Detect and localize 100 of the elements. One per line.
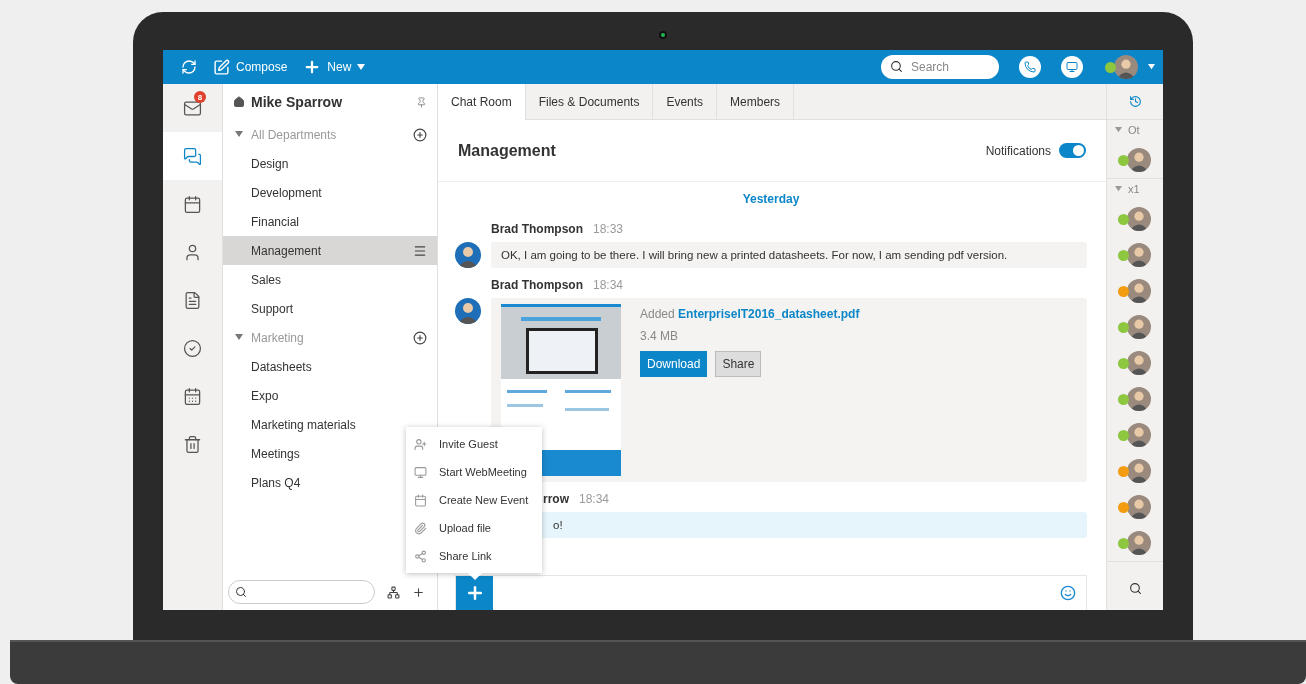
message-time: 18:34 — [579, 492, 610, 506]
channel-item[interactable]: Sales — [223, 265, 437, 294]
download-button[interactable]: Download — [640, 351, 708, 377]
history-icon[interactable] — [1128, 95, 1142, 108]
menu-item[interactable]: Upload file — [406, 514, 542, 542]
emoji-icon[interactable] — [1060, 585, 1076, 601]
refresh-icon — [181, 59, 197, 75]
add-icon[interactable] — [413, 127, 427, 142]
menu-item[interactable]: Share Link — [406, 542, 542, 570]
collapse-icon[interactable] — [1115, 127, 1122, 133]
message-author: Brad Thompson — [491, 222, 583, 236]
user-avatar[interactable] — [1105, 55, 1140, 79]
caret-icon[interactable] — [357, 64, 366, 70]
channel-label: Marketing materials — [251, 417, 357, 432]
search-icon[interactable] — [1128, 582, 1142, 595]
calendar-icon — [183, 194, 202, 214]
file-size: 3.4 MB — [640, 329, 679, 343]
search-icon — [890, 60, 903, 73]
channel-item[interactable]: Financial — [223, 207, 437, 236]
channel-label: Development — [251, 185, 323, 200]
paperclip-icon — [414, 521, 427, 535]
room-title: Management — [458, 141, 557, 160]
share-icon — [414, 549, 427, 563]
message-text: OK, I am going to be there. I will bring new a printed datasheets. For now, I am sending pdf version. — [491, 242, 1087, 268]
contact-avatar[interactable] — [1117, 207, 1153, 231]
chat-icon — [183, 146, 202, 166]
add-icon[interactable] — [412, 585, 425, 599]
contact-avatar[interactable] — [1117, 315, 1153, 339]
message-author: Brad Thompson — [491, 278, 583, 292]
contact-avatar[interactable] — [1117, 387, 1153, 411]
search-field[interactable]: Search — [881, 55, 999, 79]
share-button[interactable]: Share — [715, 351, 762, 377]
contact-avatar[interactable] — [1117, 351, 1153, 375]
contact-avatar[interactable] — [1117, 423, 1153, 447]
checkmark-icon — [183, 338, 202, 358]
channel-label: Datasheets — [251, 359, 313, 374]
unread-badge: 8 — [194, 91, 206, 103]
menu-item[interactable]: Start WebMeeting — [406, 458, 542, 486]
camera-icon — [659, 31, 667, 39]
calendar-icon — [183, 386, 202, 406]
message-time: 18:33 — [593, 222, 624, 236]
home-icon — [233, 96, 245, 108]
monitor-icon[interactable] — [1061, 56, 1083, 78]
menu-item[interactable]: Create New Event — [406, 486, 542, 514]
day-divider: Yesterday — [741, 192, 801, 206]
document-icon — [183, 290, 202, 310]
nav-item[interactable] — [163, 132, 222, 180]
phone-icon[interactable] — [1019, 56, 1041, 78]
tab[interactable]: Files & Documents — [525, 84, 654, 119]
compose-button[interactable]: Compose — [209, 58, 292, 76]
file-added-text: Added EnterpriseIT2016_datasheet.pdf — [640, 307, 860, 321]
file-link[interactable]: EnterpriseIT2016_datasheet.pdf — [678, 307, 860, 321]
channel-item[interactable]: Management — [223, 236, 437, 265]
trash-icon — [183, 434, 202, 454]
notifications-toggle[interactable] — [1059, 143, 1086, 158]
contact-avatar[interactable] — [1117, 495, 1153, 519]
channel-label: Expo — [251, 388, 280, 403]
message-time: 18:34 — [593, 278, 624, 292]
channel-label: Management — [251, 243, 323, 258]
tab[interactable]: Members — [717, 84, 795, 119]
channel-item[interactable]: Support — [223, 294, 437, 323]
channel-label: Plans Q4 — [251, 475, 302, 490]
channel-label: Sales — [251, 272, 283, 287]
message-input[interactable] — [455, 575, 1087, 610]
contact-avatar[interactable] — [1117, 459, 1153, 483]
calendar-icon — [414, 493, 427, 507]
pin-icon[interactable] — [416, 96, 427, 108]
collapse-icon[interactable] — [1115, 186, 1122, 192]
avatar — [455, 242, 481, 268]
tab[interactable]: Events — [653, 84, 718, 119]
contact-avatar[interactable] — [1117, 279, 1153, 303]
add-button[interactable] — [456, 576, 493, 610]
channel-item[interactable]: Datasheets — [223, 352, 437, 381]
channel-item[interactable]: Expo — [223, 381, 437, 410]
compose-icon — [213, 58, 230, 76]
channel-label: Financial — [251, 214, 301, 229]
menu-item[interactable]: Invite Guest — [406, 430, 542, 458]
collapse-icon[interactable] — [235, 131, 243, 137]
collapse-icon[interactable] — [235, 334, 243, 340]
nav-item[interactable]: 8 — [163, 84, 222, 132]
notifications-label: Notifications — [985, 143, 1051, 158]
channel-item[interactable]: Design — [223, 149, 437, 178]
tree-icon[interactable] — [387, 585, 400, 599]
sidebar-title: Mike Sparrow — [251, 94, 344, 110]
tab[interactable]: Chat Room — [438, 84, 526, 120]
contact-avatar[interactable] — [1117, 148, 1153, 172]
new-button[interactable]: New — [299, 58, 370, 76]
caret-icon[interactable] — [1148, 64, 1155, 70]
menu-icon[interactable] — [413, 243, 427, 258]
avatar — [455, 298, 481, 324]
channel-item[interactable]: Development — [223, 178, 437, 207]
contact-avatar[interactable] — [1117, 531, 1153, 555]
message-author: rrow — [543, 492, 569, 506]
add-icon[interactable] — [413, 330, 427, 345]
contact-avatar[interactable] — [1117, 243, 1153, 267]
channel-label: Meetings — [251, 446, 301, 461]
channel-label: Design — [251, 156, 290, 171]
monitor-icon — [414, 465, 427, 479]
search-icon — [235, 586, 247, 598]
add-user-icon — [414, 437, 427, 451]
